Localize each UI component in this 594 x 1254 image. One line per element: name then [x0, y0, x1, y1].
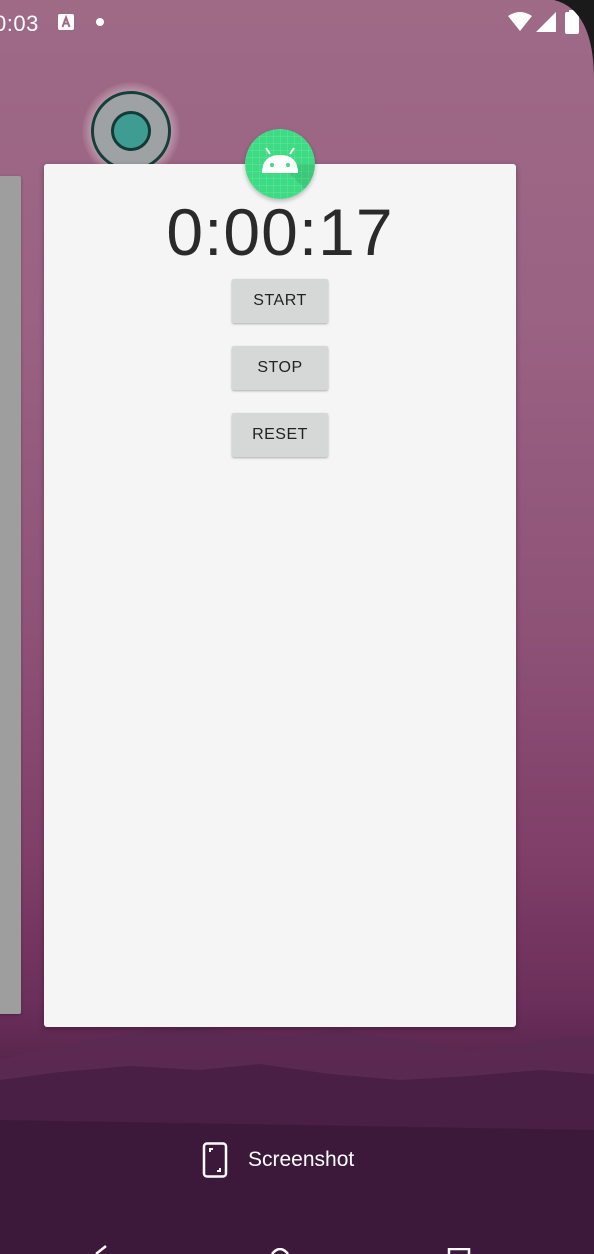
phone-screenshot-icon [202, 1142, 228, 1178]
start-button[interactable]: START [232, 279, 328, 323]
status-time: 0:03 [0, 11, 39, 36]
home-icon[interactable] [270, 1248, 290, 1254]
signal-icon [536, 12, 556, 32]
recents-icon[interactable] [446, 1248, 472, 1254]
timer-display: 0:00:17 [166, 195, 394, 269]
a-notification-icon [58, 14, 74, 30]
back-icon[interactable] [92, 1244, 112, 1254]
reset-button[interactable]: RESET [232, 413, 328, 457]
previous-app-card[interactable] [0, 176, 21, 1014]
android-app-icon[interactable] [245, 129, 315, 199]
screen-record-icon[interactable] [111, 111, 151, 151]
screenshot-action[interactable]: Screenshot [196, 1136, 396, 1184]
status-bar: 0:03 [0, 0, 594, 46]
dot-icon [96, 18, 104, 26]
wallpaper-mountains [0, 1028, 594, 1254]
screen-corner [554, 0, 594, 80]
screenshot-label: Screenshot [248, 1148, 355, 1171]
wifi-icon [508, 12, 532, 31]
stop-button[interactable]: STOP [232, 346, 328, 390]
